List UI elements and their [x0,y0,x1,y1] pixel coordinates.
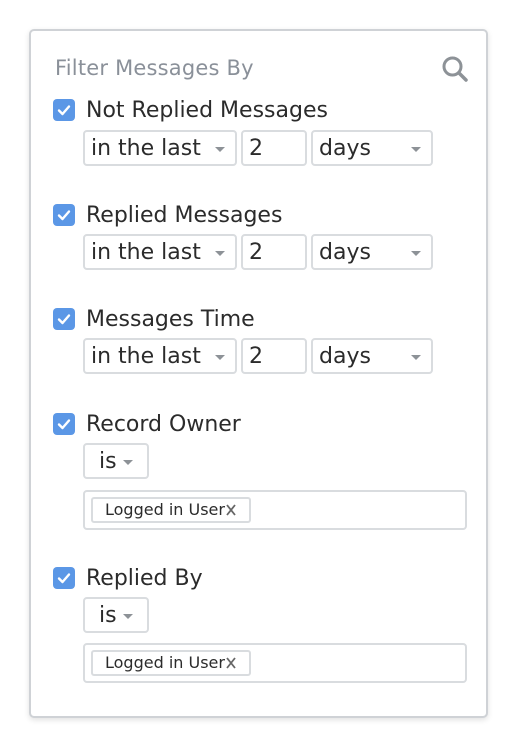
chevron-down-icon [215,251,225,256]
filter-replied-by: Replied By [53,563,203,593]
messages-time-label: Messages Time [86,306,255,332]
search-button[interactable] [441,55,469,83]
chevron-down-icon [215,355,225,360]
record-owner-checkbox[interactable] [53,413,75,435]
not-replied-value-input[interactable]: 2 [241,130,307,166]
filter-panel: Filter Messages By Not Replied Messages … [29,29,488,718]
replied-controls: in the last 2 days [83,234,433,270]
replied-by-label: Replied By [86,565,203,591]
messages-time-unit-select[interactable]: days [311,338,433,374]
replied-operator-select[interactable]: in the last [83,234,237,270]
tag-label: Logged in User [105,653,225,672]
not-replied-checkbox[interactable] [53,99,75,121]
replied-by-operator-select[interactable]: is [83,597,149,633]
replied-by-user-input[interactable]: Logged in User [83,643,467,683]
close-icon[interactable] [224,655,238,677]
replied-value-input[interactable]: 2 [241,234,307,270]
not-replied-operator-select[interactable]: in the last [83,130,237,166]
chevron-down-icon [411,251,421,256]
chevron-down-icon [411,355,421,360]
filter-messages-time: Messages Time [53,304,255,334]
filter-not-replied-messages: Not Replied Messages [53,95,328,125]
messages-time-controls: in the last 2 days [83,338,433,374]
record-owner-operator-select[interactable]: is [83,443,149,479]
search-icon [442,56,468,82]
checkmark-icon [57,314,71,325]
not-replied-unit-select[interactable]: days [311,130,433,166]
operator-value: in the last [91,343,201,369]
replied-unit-select[interactable]: days [311,234,433,270]
chevron-down-icon [123,614,133,619]
operator-value: is [99,602,117,628]
record-owner-controls: is [83,443,149,479]
replied-by-controls: is [83,597,149,633]
operator-value: is [99,448,117,474]
unit-value: days [319,343,371,369]
replied-checkbox[interactable] [53,204,75,226]
tag-label: Logged in User [105,500,225,519]
messages-time-checkbox[interactable] [53,308,75,330]
record-owner-user-input[interactable]: Logged in User [83,490,467,530]
chevron-down-icon [411,147,421,152]
checkmark-icon [57,210,71,221]
checkmark-icon [57,105,71,116]
checkmark-icon [57,573,71,584]
record-owner-label: Record Owner [86,411,241,437]
replied-label: Replied Messages [86,202,283,228]
unit-value: days [319,135,371,161]
messages-time-value-input[interactable]: 2 [241,338,307,374]
operator-value: in the last [91,135,201,161]
not-replied-label: Not Replied Messages [86,97,328,123]
not-replied-controls: in the last 2 days [83,130,433,166]
chevron-down-icon [123,460,133,465]
messages-time-operator-select[interactable]: in the last [83,338,237,374]
replied-by-checkbox[interactable] [53,567,75,589]
close-icon[interactable] [224,502,238,524]
chevron-down-icon [215,147,225,152]
panel-title: Filter Messages By [55,56,254,80]
filter-record-owner: Record Owner [53,409,241,439]
checkmark-icon [57,419,71,430]
filter-replied-messages: Replied Messages [53,200,282,230]
unit-value: days [319,239,371,265]
user-tag: Logged in User [91,497,251,523]
user-tag: Logged in User [91,650,251,676]
operator-value: in the last [91,239,201,265]
